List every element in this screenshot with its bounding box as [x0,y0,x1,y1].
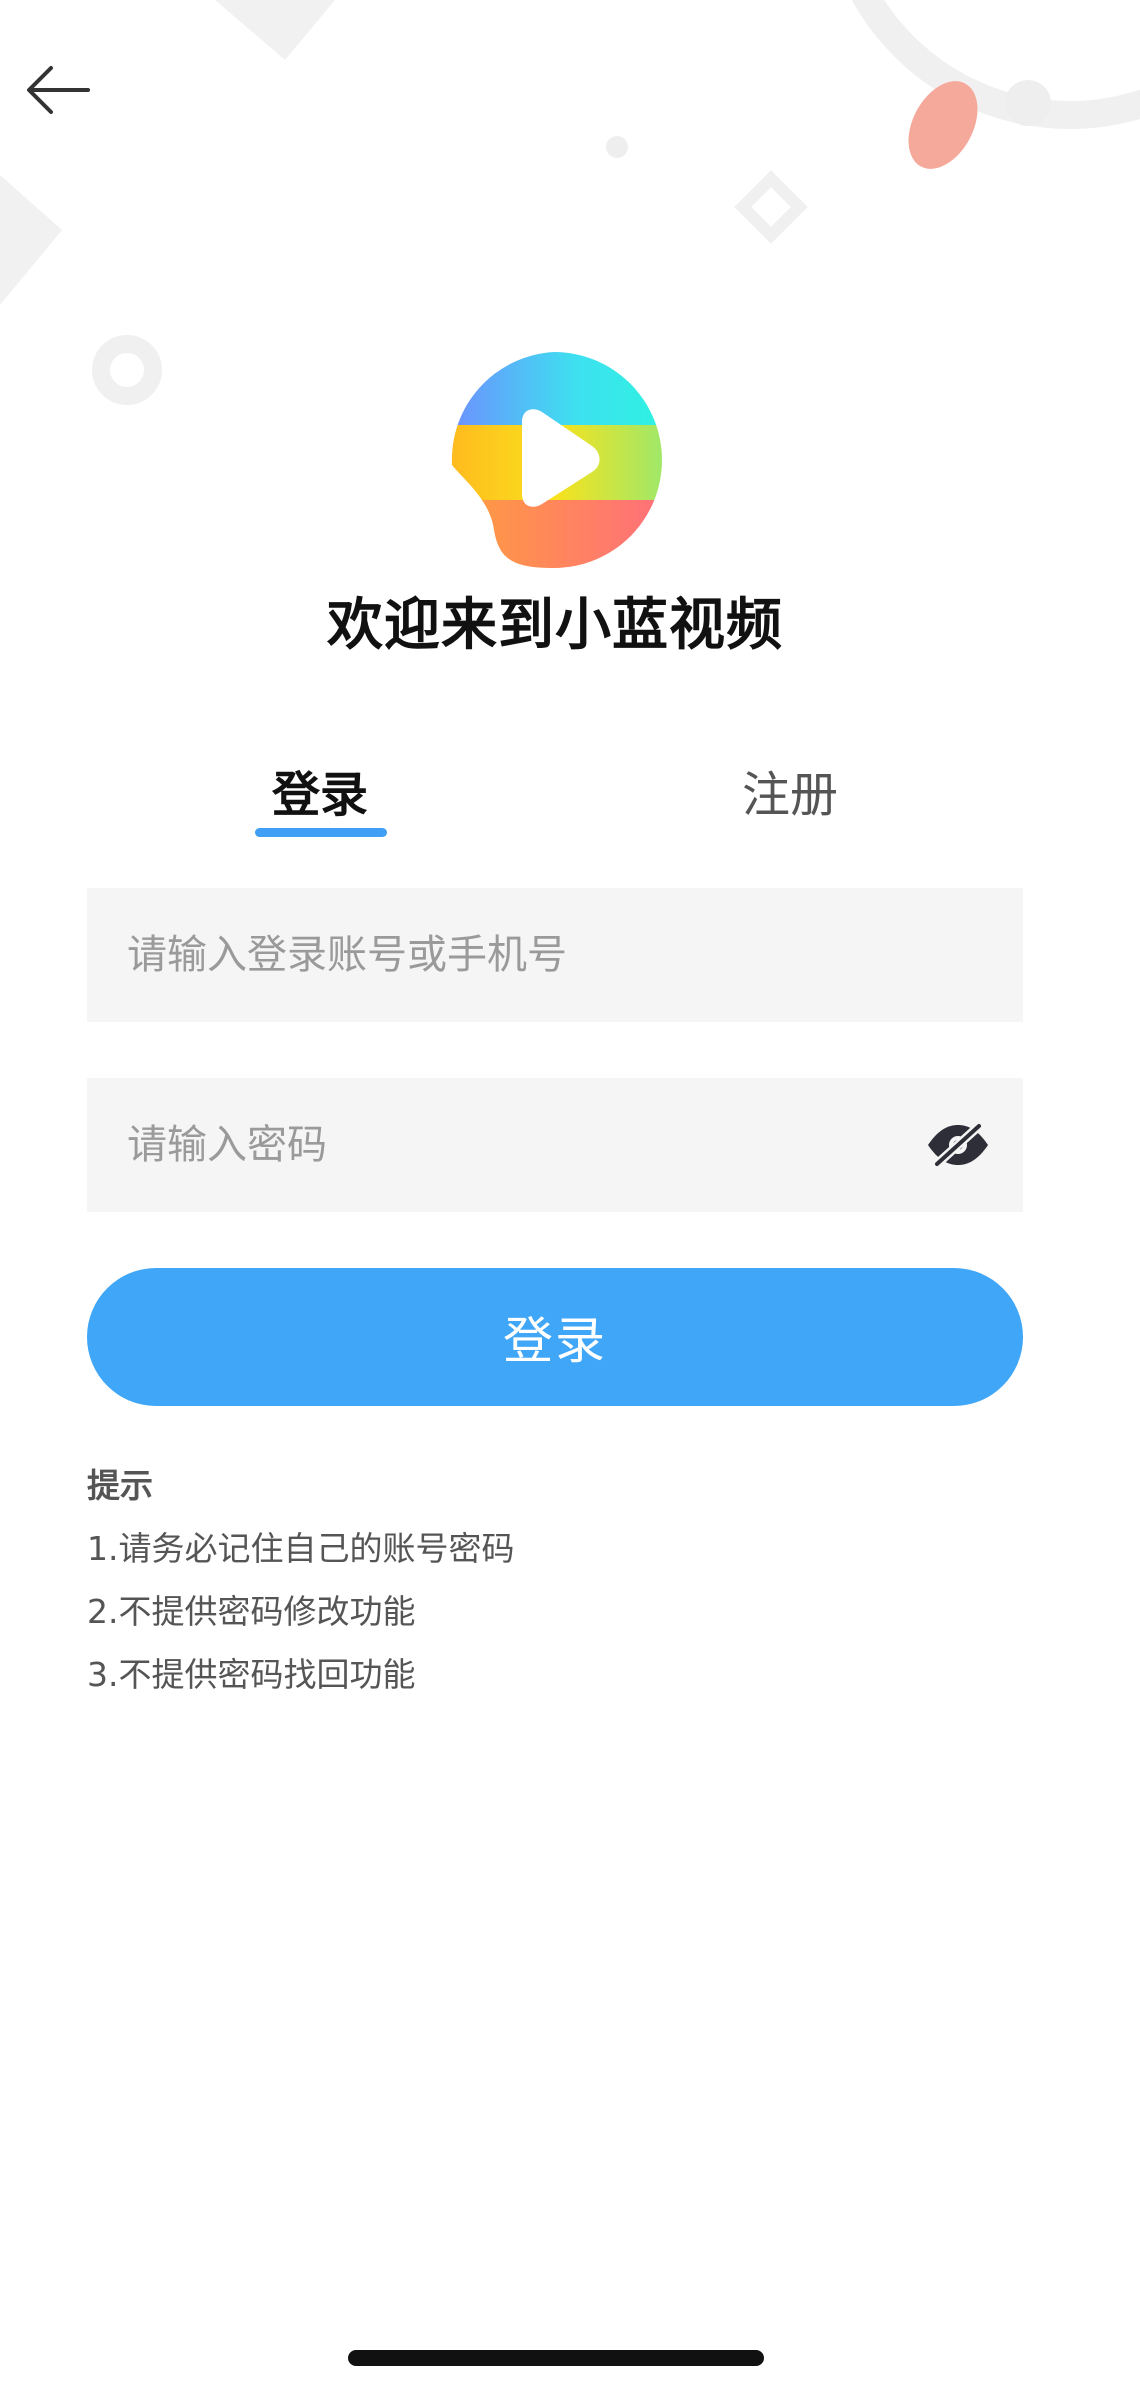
password-field [87,1078,1023,1212]
home-indicator [348,2350,764,2366]
tip-item: 2.不提供密码修改功能 [87,1592,416,1631]
welcome-title: 欢迎来到小蓝视频 [327,593,783,658]
tab-register[interactable]: 注册 [690,750,890,830]
decor-ring-left [92,335,162,405]
tip-item: 1.请务必记住自己的账号密码 [87,1529,515,1568]
account-input[interactable] [87,888,1023,1022]
decor-dot-right [1005,80,1051,126]
decor-salmon-blob [908,81,978,169]
tip-item: 3.不提供密码找回功能 [87,1655,416,1694]
tips-section: 提示 1.请务必记住自己的账号密码 2.不提供密码修改功能 3.不提供密码找回功… [87,1455,987,1706]
decor-triangle-left [0,175,62,305]
eye-slash-icon [928,1122,988,1168]
app-logo [451,352,662,568]
decor-diamond [734,170,808,244]
login-button[interactable]: 登录 [87,1268,1023,1406]
password-input[interactable] [87,1078,1023,1212]
back-button[interactable] [18,50,98,130]
tips-title: 提示 [87,1466,153,1505]
decor-triangle-top [215,0,335,60]
active-tab-indicator [255,828,387,837]
account-field [87,888,1023,1022]
tab-login[interactable]: 登录 [225,750,415,830]
decor-dot-small [606,136,628,158]
login-screen: 欢迎来到小蓝视频 登录 注册 登录 提示 1.请务必记住自己的账号密码 2.不提… [0,0,1140,2391]
decor-big-ring [851,0,1140,129]
password-visibility-toggle[interactable] [923,1115,993,1175]
arrow-left-icon [27,66,90,114]
